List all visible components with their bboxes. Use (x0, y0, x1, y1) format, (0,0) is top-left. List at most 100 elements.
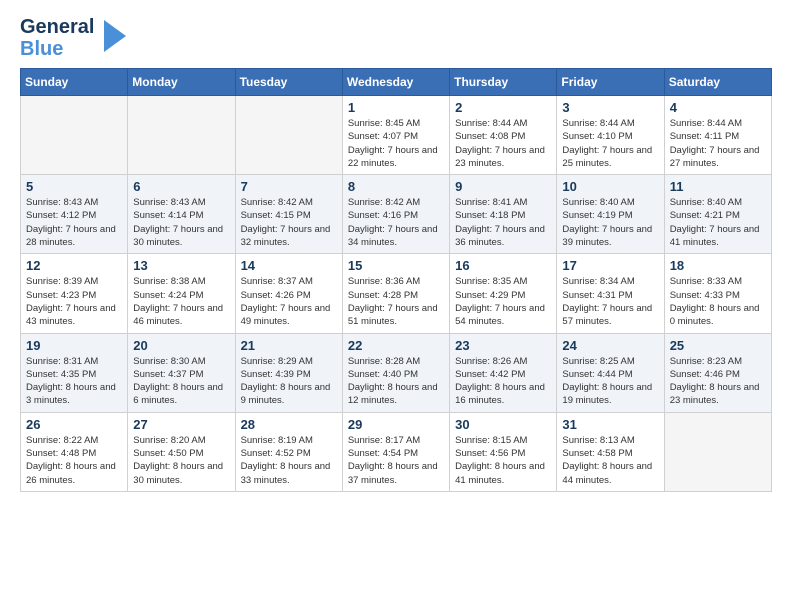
cell-info: Sunrise: 8:15 AMSunset: 4:56 PMDaylight:… (455, 434, 551, 487)
cell-info: Sunrise: 8:26 AMSunset: 4:42 PMDaylight:… (455, 355, 551, 408)
calendar-cell: 5 Sunrise: 8:43 AMSunset: 4:12 PMDaylight… (21, 175, 128, 254)
calendar-cell: 24 Sunrise: 8:25 AMSunset: 4:44 PMDayligh… (557, 333, 664, 412)
calendar-cell: 28 Sunrise: 8:19 AMSunset: 4:52 PMDayligh… (235, 412, 342, 491)
calendar-cell: 16 Sunrise: 8:35 AMSunset: 4:29 PMDayligh… (450, 254, 557, 333)
calendar-cell (664, 412, 771, 491)
calendar-cell: 1 Sunrise: 8:45 AMSunset: 4:07 PMDaylight… (342, 96, 449, 175)
calendar-cell: 14 Sunrise: 8:37 AMSunset: 4:26 PMDayligh… (235, 254, 342, 333)
calendar-cell: 22 Sunrise: 8:28 AMSunset: 4:40 PMDayligh… (342, 333, 449, 412)
day-number: 5 (26, 179, 122, 194)
calendar-cell: 25 Sunrise: 8:23 AMSunset: 4:46 PMDayligh… (664, 333, 771, 412)
day-number: 23 (455, 338, 551, 353)
day-header-sunday: Sunday (21, 69, 128, 96)
cell-info: Sunrise: 8:19 AMSunset: 4:52 PMDaylight:… (241, 434, 337, 487)
day-number: 13 (133, 258, 229, 273)
cell-info: Sunrise: 8:22 AMSunset: 4:48 PMDaylight:… (26, 434, 122, 487)
day-number: 6 (133, 179, 229, 194)
calendar-cell: 31 Sunrise: 8:13 AMSunset: 4:58 PMDayligh… (557, 412, 664, 491)
cell-info: Sunrise: 8:28 AMSunset: 4:40 PMDaylight:… (348, 355, 444, 408)
day-number: 3 (562, 100, 658, 115)
day-number: 22 (348, 338, 444, 353)
calendar-cell: 9Sunrise: 8:41 AMSunset: 4:18 PMDaylight… (450, 175, 557, 254)
calendar-table: SundayMondayTuesdayWednesdayThursdayFrid… (20, 68, 772, 492)
day-number: 25 (670, 338, 766, 353)
cell-info: Sunrise: 8:45 AMSunset: 4:07 PMDaylight:… (348, 117, 444, 170)
calendar-cell: 27 Sunrise: 8:20 AMSunset: 4:50 PMDayligh… (128, 412, 235, 491)
calendar-header: SundayMondayTuesdayWednesdayThursdayFrid… (21, 69, 772, 96)
day-header-saturday: Saturday (664, 69, 771, 96)
calendar-cell: 30 Sunrise: 8:15 AMSunset: 4:56 PMDayligh… (450, 412, 557, 491)
day-number: 31 (562, 417, 658, 432)
day-number: 1 (348, 100, 444, 115)
day-number: 11 (670, 179, 766, 194)
cell-info: Sunrise: 8:23 AMSunset: 4:46 PMDaylight:… (670, 355, 766, 408)
day-number: 20 (133, 338, 229, 353)
day-number: 12 (26, 258, 122, 273)
cell-info: Sunrise: 8:38 AMSunset: 4:24 PMDaylight:… (133, 275, 229, 328)
calendar-cell: 18 Sunrise: 8:33 AMSunset: 4:33 PMDayligh… (664, 254, 771, 333)
calendar-cell: 2 Sunrise: 8:44 AMSunset: 4:08 PMDaylight… (450, 96, 557, 175)
day-number: 19 (26, 338, 122, 353)
calendar-cell: 20 Sunrise: 8:30 AMSunset: 4:37 PMDayligh… (128, 333, 235, 412)
day-number: 10 (562, 179, 658, 194)
calendar-cell: 7Sunrise: 8:42 AMSunset: 4:15 PMDaylight… (235, 175, 342, 254)
cell-info: Sunrise: 8:25 AMSunset: 4:44 PMDaylight:… (562, 355, 658, 408)
day-number: 8 (348, 179, 444, 194)
calendar-cell: 3Sunrise: 8:44 AMSunset: 4:10 PMDaylight… (557, 96, 664, 175)
cell-info: Sunrise: 8:13 AMSunset: 4:58 PMDaylight:… (562, 434, 658, 487)
calendar-cell: 29 Sunrise: 8:17 AMSunset: 4:54 PMDayligh… (342, 412, 449, 491)
calendar-cell: 26 Sunrise: 8:22 AMSunset: 4:48 PMDayligh… (21, 412, 128, 491)
calendar-cell: 19 Sunrise: 8:31 AMSunset: 4:35 PMDayligh… (21, 333, 128, 412)
calendar-cell (235, 96, 342, 175)
calendar-cell (21, 96, 128, 175)
day-number: 16 (455, 258, 551, 273)
day-header-monday: Monday (128, 69, 235, 96)
calendar-cell: 23 Sunrise: 8:26 AMSunset: 4:42 PMDayligh… (450, 333, 557, 412)
logo: General Blue (20, 16, 128, 60)
day-number: 7 (241, 179, 337, 194)
calendar-cell: 6 Sunrise: 8:43 AMSunset: 4:14 PMDaylight… (128, 175, 235, 254)
day-number: 27 (133, 417, 229, 432)
calendar-cell: 13 Sunrise: 8:38 AMSunset: 4:24 PMDayligh… (128, 254, 235, 333)
logo-text: General Blue (20, 16, 94, 60)
day-number: 15 (348, 258, 444, 273)
day-number: 21 (241, 338, 337, 353)
calendar-cell: 8 Sunrise: 8:42 AMSunset: 4:16 PMDaylight… (342, 175, 449, 254)
day-number: 24 (562, 338, 658, 353)
cell-info: Sunrise: 8:44 AMSunset: 4:11 PMDaylight:… (670, 117, 766, 170)
cell-info: Sunrise: 8:33 AMSunset: 4:33 PMDaylight:… (670, 275, 766, 328)
cell-info: Sunrise: 8:43 AMSunset: 4:14 PMDaylight:… (133, 196, 229, 249)
day-header-wednesday: Wednesday (342, 69, 449, 96)
logo-icon (100, 18, 128, 59)
calendar-cell: 10 Sunrise: 8:40 AMSunset: 4:19 PMDayligh… (557, 175, 664, 254)
day-number: 29 (348, 417, 444, 432)
day-number: 2 (455, 100, 551, 115)
cell-info: Sunrise: 8:40 AMSunset: 4:19 PMDaylight:… (562, 196, 658, 249)
cell-info: Sunrise: 8:37 AMSunset: 4:26 PMDaylight:… (241, 275, 337, 328)
cell-info: Sunrise: 8:17 AMSunset: 4:54 PMDaylight:… (348, 434, 444, 487)
day-number: 26 (26, 417, 122, 432)
cell-info: Sunrise: 8:20 AMSunset: 4:50 PMDaylight:… (133, 434, 229, 487)
header: General Blue (20, 16, 772, 60)
cell-info: Sunrise: 8:29 AMSunset: 4:39 PMDaylight:… (241, 355, 337, 408)
cell-info: Sunrise: 8:31 AMSunset: 4:35 PMDaylight:… (26, 355, 122, 408)
cell-info: Sunrise: 8:41 AMSunset: 4:18 PMDaylight:… (455, 196, 551, 249)
day-number: 14 (241, 258, 337, 273)
cell-info: Sunrise: 8:44 AMSunset: 4:08 PMDaylight:… (455, 117, 551, 170)
day-number: 28 (241, 417, 337, 432)
day-header-tuesday: Tuesday (235, 69, 342, 96)
day-number: 4 (670, 100, 766, 115)
calendar-cell: 12 Sunrise: 8:39 AMSunset: 4:23 PMDayligh… (21, 254, 128, 333)
cell-info: Sunrise: 8:35 AMSunset: 4:29 PMDaylight:… (455, 275, 551, 328)
cell-info: Sunrise: 8:42 AMSunset: 4:16 PMDaylight:… (348, 196, 444, 249)
cell-info: Sunrise: 8:43 AMSunset: 4:12 PMDaylight:… (26, 196, 122, 249)
day-header-friday: Friday (557, 69, 664, 96)
calendar-cell: 15Sunrise: 8:36 AMSunset: 4:28 PMDayligh… (342, 254, 449, 333)
day-number: 18 (670, 258, 766, 273)
day-header-thursday: Thursday (450, 69, 557, 96)
cell-info: Sunrise: 8:30 AMSunset: 4:37 PMDaylight:… (133, 355, 229, 408)
day-number: 30 (455, 417, 551, 432)
calendar-cell: 17Sunrise: 8:34 AMSunset: 4:31 PMDayligh… (557, 254, 664, 333)
cell-info: Sunrise: 8:39 AMSunset: 4:23 PMDaylight:… (26, 275, 122, 328)
calendar-cell (128, 96, 235, 175)
